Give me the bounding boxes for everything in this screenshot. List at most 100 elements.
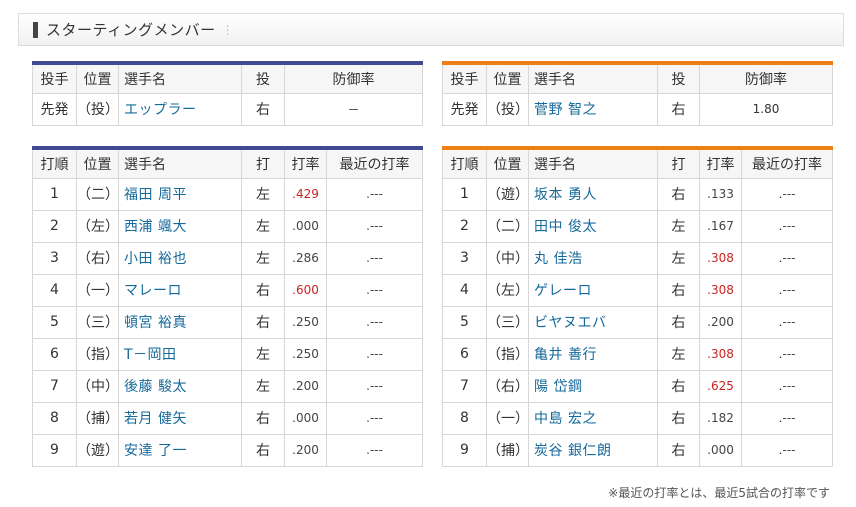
batter-pos: （一） xyxy=(486,401,529,435)
batter-row: 4 （一） マレーロ右 .600 .--- xyxy=(32,273,423,307)
pitcher-throws: 右 xyxy=(657,92,700,126)
batter-recent-avg: .--- xyxy=(326,305,423,339)
pitcher-name-link[interactable]: エップラー xyxy=(118,92,242,126)
batter-pos: （捕） xyxy=(486,433,529,467)
batter-name-link[interactable]: 亀井 善行 xyxy=(528,337,658,371)
batter-name-link[interactable]: 陽 岱鋼 xyxy=(528,369,658,403)
batter-pos: （捕） xyxy=(76,401,119,435)
batter-recent-avg: .--- xyxy=(326,337,423,371)
batter-name-link[interactable]: 西浦 颯大 xyxy=(118,209,242,243)
batting-order: 3 xyxy=(442,241,487,275)
batter-row: 2 （左） 西浦 颯大左 .000 .--- xyxy=(32,209,423,243)
batter-name-link[interactable]: 頓宮 裕真 xyxy=(118,305,242,339)
batter-bats: 右 xyxy=(657,305,700,339)
pitcher-name-link[interactable]: 菅野 智之 xyxy=(528,92,658,126)
batter-name-link[interactable]: 福田 周平 xyxy=(118,177,242,211)
batter-bats: 右 xyxy=(241,305,285,339)
batter-pos: （指） xyxy=(486,337,529,371)
drag-handle-icon: ⋮ xyxy=(221,22,234,37)
batter-row: 1 （遊） 坂本 勇人右 .133 .--- xyxy=(442,177,833,211)
batter-row: 5 （三） 頓宮 裕真右 .250 .--- xyxy=(32,305,423,339)
batter-row: 9 （遊） 安達 了一右 .200 .--- xyxy=(32,433,423,467)
batter-recent-avg: .--- xyxy=(741,305,833,339)
section-header: スターティングメンバー ⋮ xyxy=(18,13,844,46)
batter-name-link[interactable]: マレーロ xyxy=(118,273,242,307)
pitcher-pos: （投） xyxy=(486,92,529,126)
batter-avg: .200 xyxy=(284,369,327,403)
batter-row: 6 （指） 亀井 善行左 .308 .--- xyxy=(442,337,833,371)
batting-order: 3 xyxy=(32,241,77,275)
header-recent: 最近の打率 xyxy=(741,147,833,179)
batter-avg: .308 xyxy=(699,241,742,275)
header-pos: 位置 xyxy=(76,147,119,179)
batter-bats: 右 xyxy=(241,433,285,467)
batter-pos: （遊） xyxy=(486,177,529,211)
header-era: 防御率 xyxy=(284,62,423,94)
pitcher-era: 1.80 xyxy=(699,92,833,126)
batter-name-link[interactable]: 炭谷 銀仁朗 xyxy=(528,433,658,467)
batter-name-link[interactable]: ビヤヌエバ xyxy=(528,305,658,339)
batter-avg: .600 xyxy=(284,273,327,307)
batter-name-link[interactable]: 田中 俊太 xyxy=(528,209,658,243)
batter-pos: （三） xyxy=(76,305,119,339)
batter-recent-avg: .--- xyxy=(326,241,423,275)
batter-name-link[interactable]: 安達 了一 xyxy=(118,433,242,467)
batter-recent-avg: .--- xyxy=(326,177,423,211)
batter-avg: .250 xyxy=(284,305,327,339)
batter-row: 2 （二） 田中 俊太左 .167 .--- xyxy=(442,209,833,243)
right-batting-table: 打順 位置 選手名 打 打率 最近の打率 1 （遊） 坂本 勇人右 .133 .--- 2… xyxy=(442,146,833,467)
batter-avg: .200 xyxy=(699,305,742,339)
batter-pos: （左） xyxy=(486,273,529,307)
header-marker-icon xyxy=(33,21,38,38)
batting-order: 5 xyxy=(442,305,487,339)
batter-row: 1 （二） 福田 周平左 .429 .--- xyxy=(32,177,423,211)
batter-row: 8 （一） 中島 宏之右 .182 .--- xyxy=(442,401,833,435)
batter-avg: .000 xyxy=(284,209,327,243)
batter-name-link[interactable]: T－岡田 xyxy=(118,337,242,371)
batter-recent-avg: .--- xyxy=(326,433,423,467)
batter-row: 6 （指） T－岡田左 .250 .--- xyxy=(32,337,423,371)
batter-pos: （右） xyxy=(76,241,119,275)
batter-recent-avg: .--- xyxy=(741,273,833,307)
batter-avg: .308 xyxy=(699,337,742,371)
batter-avg: .200 xyxy=(284,433,327,467)
header-role: 投手 xyxy=(32,62,77,94)
footnote: ※最近の打率とは、最近5試合の打率です xyxy=(608,486,830,500)
batter-avg: .000 xyxy=(699,433,742,467)
pitcher-row: 先発 （投） エップラー 右 － xyxy=(32,92,423,126)
batting-order: 5 xyxy=(32,305,77,339)
batter-avg: .625 xyxy=(699,369,742,403)
batter-name-link[interactable]: 中島 宏之 xyxy=(528,401,658,435)
batter-row: 3 （中）丸 佳浩左 .308 .--- xyxy=(442,241,833,275)
batter-name-link[interactable]: ゲレーロ xyxy=(528,273,658,307)
header-name: 選手名 xyxy=(528,62,658,94)
header-pos: 位置 xyxy=(486,62,529,94)
batter-recent-avg: .--- xyxy=(741,433,833,467)
batter-row: 7 （右）陽 岱鋼右 .625 .--- xyxy=(442,369,833,403)
batter-recent-avg: .--- xyxy=(741,337,833,371)
batter-pos: （三） xyxy=(486,305,529,339)
batter-name-link[interactable]: 小田 裕也 xyxy=(118,241,242,275)
header-era: 防御率 xyxy=(699,62,833,94)
header-name: 選手名 xyxy=(118,147,242,179)
batter-pos: （一） xyxy=(76,273,119,307)
batter-name-link[interactable]: 丸 佳浩 xyxy=(528,241,658,275)
pitcher-throws: 右 xyxy=(241,92,285,126)
pitcher-role: 先発 xyxy=(442,92,487,126)
batter-bats: 左 xyxy=(241,337,285,371)
header-throws: 投 xyxy=(657,62,700,94)
left-pitcher-table: 投手 位置 選手名 投 防御率 先発 （投） エップラー 右 － xyxy=(32,61,423,126)
batter-name-link[interactable]: 若月 健矢 xyxy=(118,401,242,435)
batter-name-link[interactable]: 後藤 駿太 xyxy=(118,369,242,403)
batter-pos: （指） xyxy=(76,337,119,371)
batter-avg: .133 xyxy=(699,177,742,211)
batter-name-link[interactable]: 坂本 勇人 xyxy=(528,177,658,211)
batting-order: 6 xyxy=(442,337,487,371)
batting-order: 9 xyxy=(32,433,77,467)
batter-bats: 左 xyxy=(241,177,285,211)
batter-recent-avg: .--- xyxy=(326,209,423,243)
batter-bats: 右 xyxy=(241,401,285,435)
batter-avg: .182 xyxy=(699,401,742,435)
left-batting-table: 打順 位置 選手名 打 打率 最近の打率 1 （二） 福田 周平左 .429 .--- 2… xyxy=(32,146,423,467)
batter-avg: .429 xyxy=(284,177,327,211)
